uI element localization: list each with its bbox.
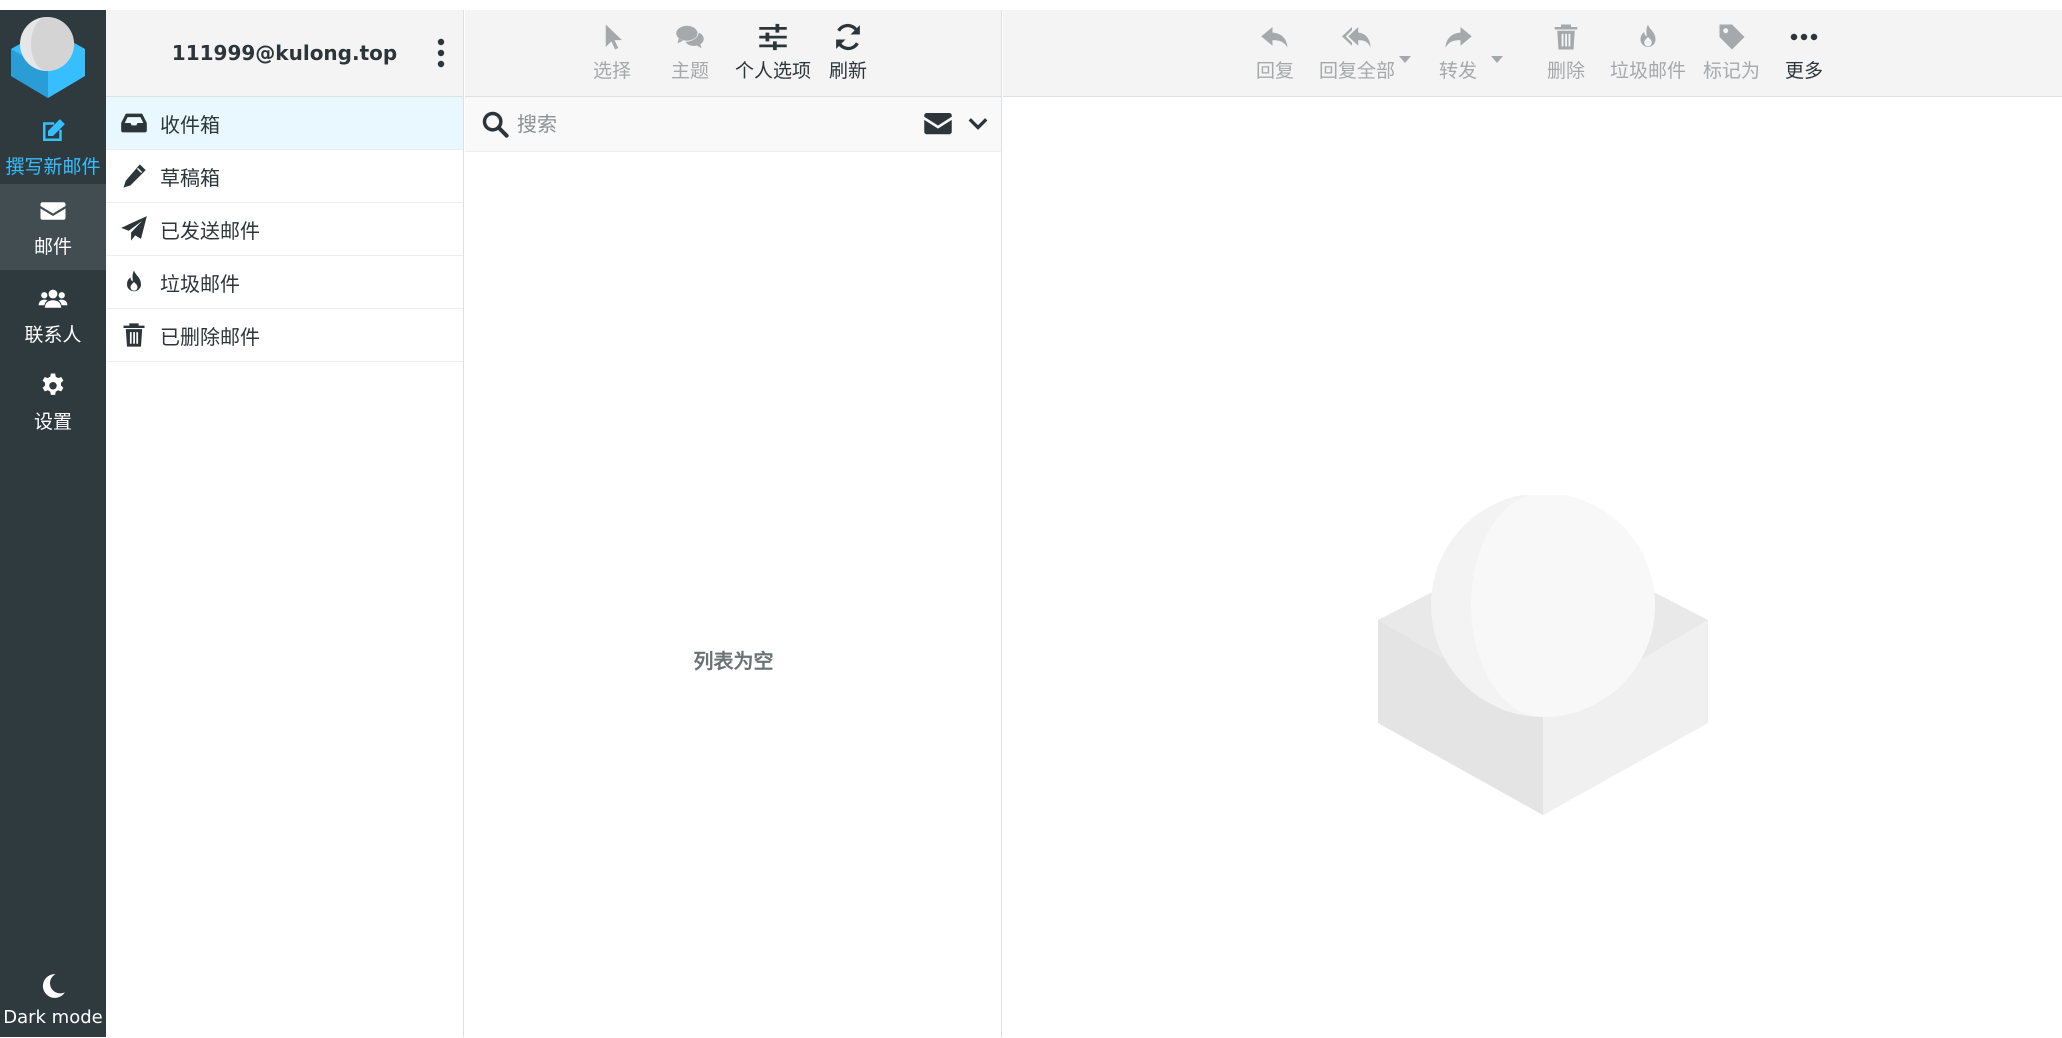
message-preview-panel: 回复 回复全部 转发 删除 垃圾邮件 标记为 更多 xyxy=(1003,10,2062,1037)
dark-mode-label: Dark mode xyxy=(3,1006,103,1028)
dark-mode-toggle[interactable]: Dark mode xyxy=(0,960,106,1038)
moon-icon xyxy=(42,973,65,998)
message-list-panel: 选择 主题 个人选项 刷新 搜索 列表为空 xyxy=(465,10,1002,1037)
refresh-icon xyxy=(836,23,860,51)
mark-label: 标记为 xyxy=(1703,60,1761,82)
edit-icon xyxy=(43,118,65,141)
folder-label: 收件箱 xyxy=(160,112,220,137)
threads-label: 主题 xyxy=(671,60,710,82)
main-nav: 撰写新邮件 邮件 联系人 设置 Dark mode xyxy=(0,10,106,1037)
settings-label: 设置 xyxy=(33,410,72,433)
junk-label: 垃圾邮件 xyxy=(1610,60,1687,82)
horizontal-ellipsis-icon xyxy=(1790,33,1818,41)
empty-mailbox-illustration xyxy=(1378,495,1708,815)
threads-button[interactable]: 主题 xyxy=(671,22,709,83)
mark-button[interactable]: 标记为 xyxy=(1703,22,1760,83)
folder-inbox[interactable]: 收件箱 xyxy=(106,97,463,150)
folder-trash[interactable]: 已删除邮件 xyxy=(106,309,463,362)
envelope-icon xyxy=(40,201,66,220)
reply-all-dropdown-icon[interactable] xyxy=(1398,54,1412,64)
fire-icon xyxy=(127,270,141,292)
nav-mail[interactable]: 邮件 xyxy=(0,184,106,270)
forward-icon xyxy=(1445,27,1472,48)
empty-list-message: 列表为空 xyxy=(693,649,774,673)
contacts-label: 联系人 xyxy=(24,323,82,346)
options-label: 个人选项 xyxy=(735,60,812,82)
refresh-button[interactable]: 刷新 xyxy=(829,22,867,83)
paper-plane-icon xyxy=(121,216,147,241)
list-toolbar: 选择 主题 个人选项 刷新 xyxy=(465,10,1001,97)
folder-label: 已发送邮件 xyxy=(160,218,260,243)
junk-button[interactable]: 垃圾邮件 xyxy=(1610,22,1686,83)
trash-icon xyxy=(1554,24,1578,50)
compose-label: 撰写新邮件 xyxy=(5,155,101,178)
delete-button[interactable]: 删除 xyxy=(1547,22,1585,83)
tag-icon xyxy=(1719,24,1744,50)
compose-button[interactable]: 撰写新邮件 xyxy=(0,104,106,190)
comments-icon xyxy=(676,25,704,49)
users-icon xyxy=(38,289,68,308)
reply-all-label: 回复全部 xyxy=(1319,60,1396,82)
folder-sent[interactable]: 已发送邮件 xyxy=(106,203,463,256)
reply-all-button[interactable]: 回复全部 xyxy=(1319,22,1395,83)
forward-dropdown-icon[interactable] xyxy=(1490,54,1504,64)
chevron-down-icon[interactable] xyxy=(967,111,989,135)
roundcube-logo[interactable] xyxy=(5,14,91,98)
folder-label: 垃圾邮件 xyxy=(160,271,240,296)
trash-icon xyxy=(123,323,145,347)
forward-label: 转发 xyxy=(1439,60,1478,82)
mail-label: 邮件 xyxy=(33,235,72,258)
fire-icon xyxy=(1640,24,1656,47)
vertical-ellipsis-icon[interactable] xyxy=(429,36,453,70)
select-label: 选择 xyxy=(593,60,632,82)
reply-icon xyxy=(1261,27,1288,48)
folder-junk[interactable]: 垃圾邮件 xyxy=(106,256,463,309)
pencil-icon xyxy=(123,164,146,188)
list-options-button[interactable]: 个人选项 xyxy=(735,22,811,83)
delete-label: 删除 xyxy=(1547,60,1586,82)
search-icon xyxy=(482,111,509,138)
search-input[interactable] xyxy=(517,112,897,136)
nav-settings[interactable]: 设置 xyxy=(0,359,106,445)
account-email: 111999@kulong.top xyxy=(171,41,398,65)
account-header: 111999@kulong.top xyxy=(106,10,463,97)
reply-button[interactable]: 回复 xyxy=(1256,22,1294,83)
envelope-icon[interactable] xyxy=(923,109,953,137)
nav-contacts[interactable]: 联系人 xyxy=(0,272,106,358)
reply-label: 回复 xyxy=(1256,60,1295,82)
folder-drafts[interactable]: 草稿箱 xyxy=(106,150,463,203)
more-button[interactable]: 更多 xyxy=(1785,22,1823,83)
reply-all-icon xyxy=(1342,27,1371,48)
folder-list-panel: 111999@kulong.top 收件箱 草稿箱 已发送邮件 垃圾邮件 已删除… xyxy=(106,10,464,1037)
folder-label: 已删除邮件 xyxy=(160,324,260,349)
more-label: 更多 xyxy=(1785,60,1824,82)
folder-label: 草稿箱 xyxy=(160,165,220,190)
sliders-icon xyxy=(759,23,787,51)
message-toolbar: 回复 回复全部 转发 删除 垃圾邮件 标记为 更多 xyxy=(1003,10,2062,97)
forward-button[interactable]: 转发 xyxy=(1439,22,1477,83)
select-button[interactable]: 选择 xyxy=(593,22,631,83)
roundcube-mail-app: 撰写新邮件 邮件 联系人 设置 Dark mode 111999@kulong.… xyxy=(0,10,2062,1037)
gear-icon xyxy=(42,373,64,395)
refresh-label: 刷新 xyxy=(829,60,868,82)
search-bar xyxy=(465,97,1001,152)
inbox-icon xyxy=(121,113,147,133)
cursor-icon xyxy=(605,24,622,50)
